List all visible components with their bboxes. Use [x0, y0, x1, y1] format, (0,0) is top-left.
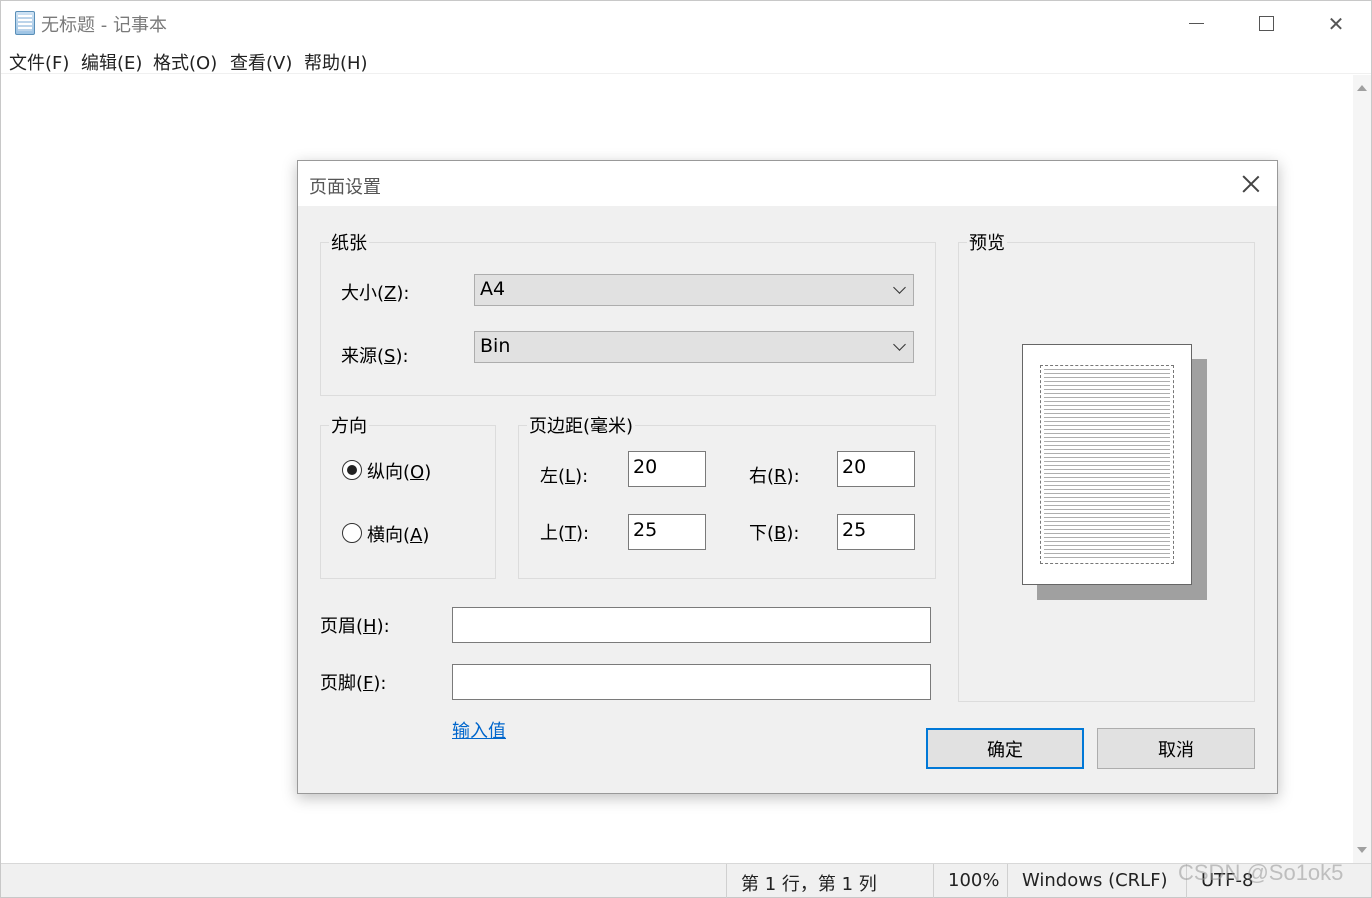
- window-title: 无标题 - 记事本: [41, 15, 167, 36]
- paper-size-label: 大小(Z):: [341, 283, 410, 304]
- margin-left-input[interactable]: 20: [628, 451, 706, 487]
- dialog-title: 页面设置: [309, 177, 381, 198]
- footer-input[interactable]: [452, 664, 931, 700]
- dialog-close-icon[interactable]: [1238, 171, 1264, 197]
- footer-label: 页脚(F):: [320, 673, 387, 694]
- minimize-icon: [1188, 23, 1204, 24]
- margin-top-input[interactable]: 25: [628, 514, 706, 550]
- paper-source-label: 来源(S):: [341, 346, 409, 367]
- menu-help[interactable]: 帮助(H): [304, 49, 368, 75]
- margin-right-label: 右(R):: [749, 466, 800, 487]
- margins-group-label: 页边距(毫米): [527, 412, 636, 438]
- margin-left-label: 左(L):: [540, 466, 589, 487]
- vertical-scrollbar[interactable]: [1353, 75, 1371, 863]
- cancel-button[interactable]: 取消: [1097, 728, 1255, 769]
- minimize-button[interactable]: [1161, 1, 1231, 46]
- margin-bottom-label: 下(B):: [749, 523, 800, 544]
- scroll-down-icon[interactable]: [1357, 847, 1367, 853]
- margin-top-label: 上(T):: [540, 523, 590, 544]
- margin-right-value: 20: [842, 456, 867, 478]
- margin-top-value: 25: [633, 519, 658, 541]
- landscape-label[interactable]: 横向(A): [367, 521, 429, 547]
- portrait-label[interactable]: 纵向(O): [367, 458, 431, 484]
- margin-right-input[interactable]: 20: [837, 451, 915, 487]
- preview-margin-box: [1040, 365, 1174, 564]
- margin-left-value: 20: [633, 456, 658, 478]
- margin-bottom-input[interactable]: 25: [837, 514, 915, 550]
- maximize-icon: [1258, 16, 1274, 31]
- close-button[interactable]: ✕: [1301, 1, 1371, 46]
- preview-text-lines: [1044, 368, 1170, 560]
- paper-source-value: Bin: [480, 335, 511, 357]
- title-bar: 无标题 - 记事本 ✕: [1, 1, 1371, 46]
- paper-size-select[interactable]: A4: [474, 274, 914, 306]
- menu-bar: 文件(F) 编辑(E) 格式(O) 查看(V) 帮助(H): [1, 46, 1371, 74]
- margins-group: 页边距(毫米): [518, 412, 936, 579]
- dialog-title-bar: 页面设置: [298, 161, 1277, 206]
- scroll-up-icon[interactable]: [1357, 85, 1367, 91]
- input-values-link[interactable]: 输入值: [452, 717, 506, 743]
- chevron-down-icon: [893, 338, 906, 351]
- chevron-down-icon: [893, 281, 906, 294]
- status-line-ending: Windows (CRLF): [1007, 864, 1187, 898]
- paper-group-label: 纸张: [329, 229, 369, 255]
- margin-bottom-value: 25: [842, 519, 867, 541]
- preview-group: 预览: [958, 229, 1255, 702]
- notepad-icon: [15, 11, 35, 35]
- header-input[interactable]: [452, 607, 931, 643]
- close-icon: ✕: [1327, 11, 1345, 36]
- portrait-radio[interactable]: [342, 460, 362, 480]
- status-zoom: 100%: [933, 864, 1008, 898]
- ok-button[interactable]: 确定: [926, 728, 1084, 769]
- header-label: 页眉(H):: [320, 616, 390, 637]
- paper-size-value: A4: [480, 278, 506, 300]
- menu-file[interactable]: 文件(F): [9, 49, 69, 75]
- menu-format[interactable]: 格式(O): [153, 49, 217, 75]
- paper-group: 纸张: [320, 229, 936, 396]
- menu-view[interactable]: 查看(V): [230, 49, 292, 75]
- status-bar: 第 1 行，第 1 列 100% Windows (CRLF) UTF-8: [1, 863, 1371, 898]
- preview-page: [1022, 344, 1192, 585]
- preview-label: 预览: [967, 229, 1007, 255]
- watermark: CSDN @So1ok5: [1178, 860, 1344, 885]
- page-setup-dialog: 页面设置 纸张 大小(Z): A4 来源(S): Bin 方向 纵向(O) 横向…: [297, 160, 1278, 794]
- status-cursor-position: 第 1 行，第 1 列: [726, 864, 934, 898]
- paper-source-select[interactable]: Bin: [474, 331, 914, 363]
- maximize-button[interactable]: [1231, 1, 1301, 46]
- orientation-group: 方向: [320, 412, 496, 579]
- orientation-group-label: 方向: [329, 412, 369, 438]
- landscape-radio[interactable]: [342, 523, 362, 543]
- menu-edit[interactable]: 编辑(E): [81, 49, 142, 75]
